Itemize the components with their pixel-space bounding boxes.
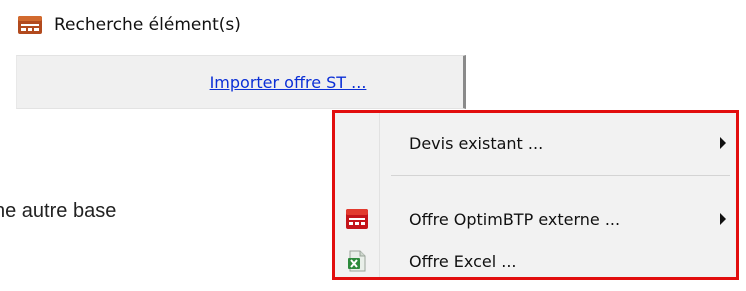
menu-item-optimbtp-external[interactable]: Offre OptimBTP externe ...: [335, 199, 736, 239]
optimbtp-red-icon: [345, 207, 369, 231]
submenu-arrow-icon: [720, 137, 726, 149]
search-elements-label: Recherche élément(s): [54, 15, 241, 35]
optimbtp-app-icon: [18, 15, 42, 35]
menu-separator: [391, 175, 730, 176]
import-bar: Importer offre ST ...: [16, 55, 466, 109]
submenu-arrow-icon: [720, 213, 726, 225]
import-context-menu: Devis existant ... Offre OptimBTP extern…: [332, 110, 739, 280]
menu-item-existing-quote[interactable]: Devis existant ...: [335, 123, 736, 163]
background-text: ne autre base: [0, 200, 117, 222]
menu-item-label: Offre Excel ...: [409, 251, 517, 271]
search-elements-button[interactable]: Recherche élément(s): [18, 10, 241, 40]
excel-file-icon: [345, 249, 369, 273]
menu-item-label: Devis existant ...: [409, 133, 544, 153]
menu-item-excel-offer[interactable]: Offre Excel ...: [335, 241, 736, 281]
menu-item-label: Offre OptimBTP externe ...: [409, 209, 621, 229]
import-offer-link[interactable]: Importer offre ST ...: [114, 73, 367, 92]
